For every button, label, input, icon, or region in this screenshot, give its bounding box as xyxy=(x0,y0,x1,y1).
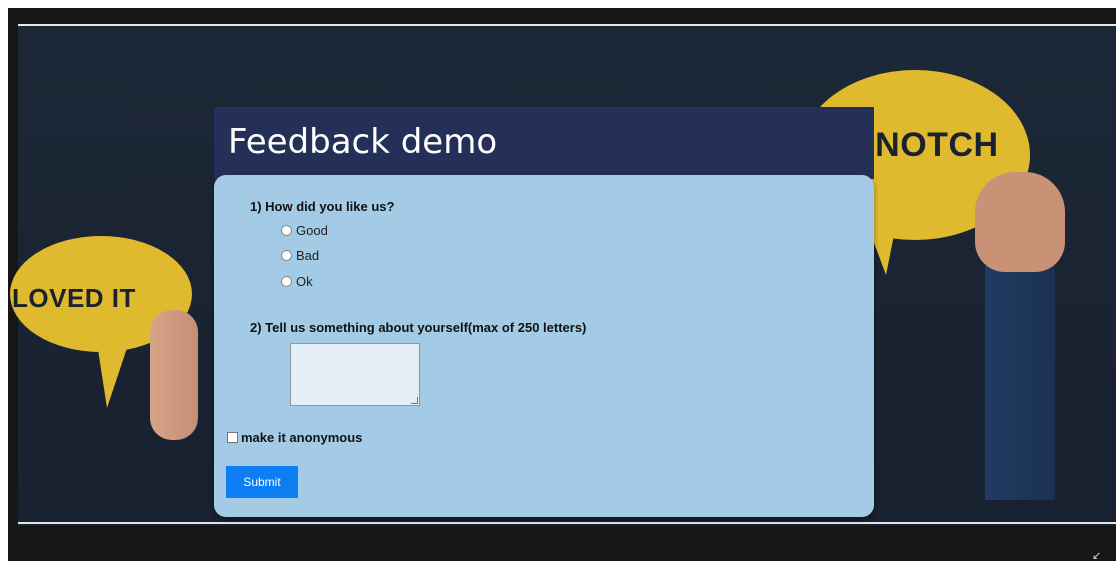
option-bad-label: Bad xyxy=(296,248,320,263)
option-ok-label: Ok xyxy=(296,274,313,289)
question-2-label: 2) Tell us something about yourself(max … xyxy=(250,320,587,335)
exit-fullscreen-icon[interactable]: ↙ xyxy=(1092,549,1101,562)
radio-bad[interactable] xyxy=(281,250,292,261)
page-title: Feedback demo xyxy=(228,122,498,162)
speech-bubble-left-tail xyxy=(95,330,133,408)
loved-it-text: LOVED IT xyxy=(12,283,136,313)
option-good[interactable]: Good xyxy=(281,223,328,238)
hand-left xyxy=(150,310,198,440)
question-1-label: 1) How did you like us? xyxy=(250,199,395,214)
option-good-label: Good xyxy=(296,223,328,238)
hand-right xyxy=(975,172,1065,272)
radio-ok[interactable] xyxy=(281,276,292,287)
anonymous-checkbox[interactable] xyxy=(227,432,238,443)
option-bad[interactable]: Bad xyxy=(281,248,319,263)
submit-button[interactable]: Submit xyxy=(226,466,298,498)
divider-line xyxy=(18,522,1116,524)
about-yourself-textarea[interactable] xyxy=(290,343,420,406)
anonymous-label: make it anonymous xyxy=(241,430,363,445)
radio-good[interactable] xyxy=(281,225,292,236)
option-ok[interactable]: Ok xyxy=(281,274,313,289)
anonymous-toggle[interactable]: make it anonymous xyxy=(227,430,362,445)
resize-grip-icon[interactable] xyxy=(411,397,418,404)
